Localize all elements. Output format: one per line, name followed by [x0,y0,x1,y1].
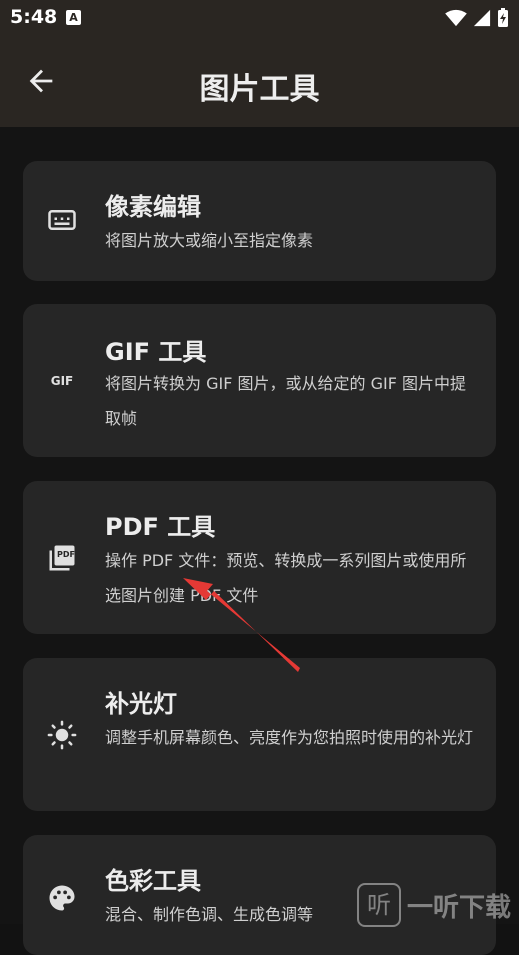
tool-card-pdf[interactable]: PDF PDF 工具 操作 PDF 文件：预览、转换成一系列图片或使用所选图片创… [23,481,496,634]
watermark: 听 一听下载 [357,883,511,927]
watermark-text: 一听下载 [407,892,512,923]
tool-description: 操作 PDF 文件：预览、转换成一系列图片或使用所选图片创建 PDF 文件 [105,551,467,605]
gif-icon: GIF [50,374,74,388]
tool-title: 色彩工具 [105,867,201,895]
pdf-icon-label: PDF [57,550,75,559]
tool-title: GIF 工具 [105,338,207,366]
app-bar: 图片工具 [0,36,519,127]
tool-description: 调整手机屏幕颜色、亮度作为您拍照时使用的补光灯 [105,728,474,747]
accessibility-notification-icon: A [66,10,81,25]
palette-icon [49,885,75,911]
tool-title: PDF 工具 [105,513,216,541]
status-bar: 5:48 A [0,0,519,36]
tool-card-fill-light[interactable]: 补光灯 调整手机屏幕颜色、亮度作为您拍照时使用的补光灯 [23,658,496,811]
wifi-icon [445,9,467,27]
pixel-editor-icon [48,210,76,230]
brightness-icon [47,720,77,750]
page-title: 图片工具 [199,72,320,107]
tool-card-gif[interactable]: GIF GIF 工具 将图片转换为 GIF 图片，或从给定的 GIF 图片中提取… [23,304,496,457]
status-time: 5:48 [10,6,58,28]
tool-description: 将图片转换为 GIF 图片，或从给定的 GIF 图片中提取帧 [105,374,466,428]
tool-card-pixel-editor[interactable]: 像素编辑 将图片放大或缩小至指定像素 [23,161,496,281]
tool-title: 补光灯 [105,690,177,718]
signal-icon [473,9,491,27]
tool-list: 像素编辑 将图片放大或缩小至指定像素 GIF GIF 工具 将图片转换为 GIF… [0,127,519,955]
status-icons [445,7,509,29]
tool-title: 像素编辑 [105,193,201,221]
battery-charging-icon [498,8,508,27]
tool-description: 将图片放大或缩小至指定像素 [105,231,314,250]
watermark-logo: 听 [357,883,401,927]
